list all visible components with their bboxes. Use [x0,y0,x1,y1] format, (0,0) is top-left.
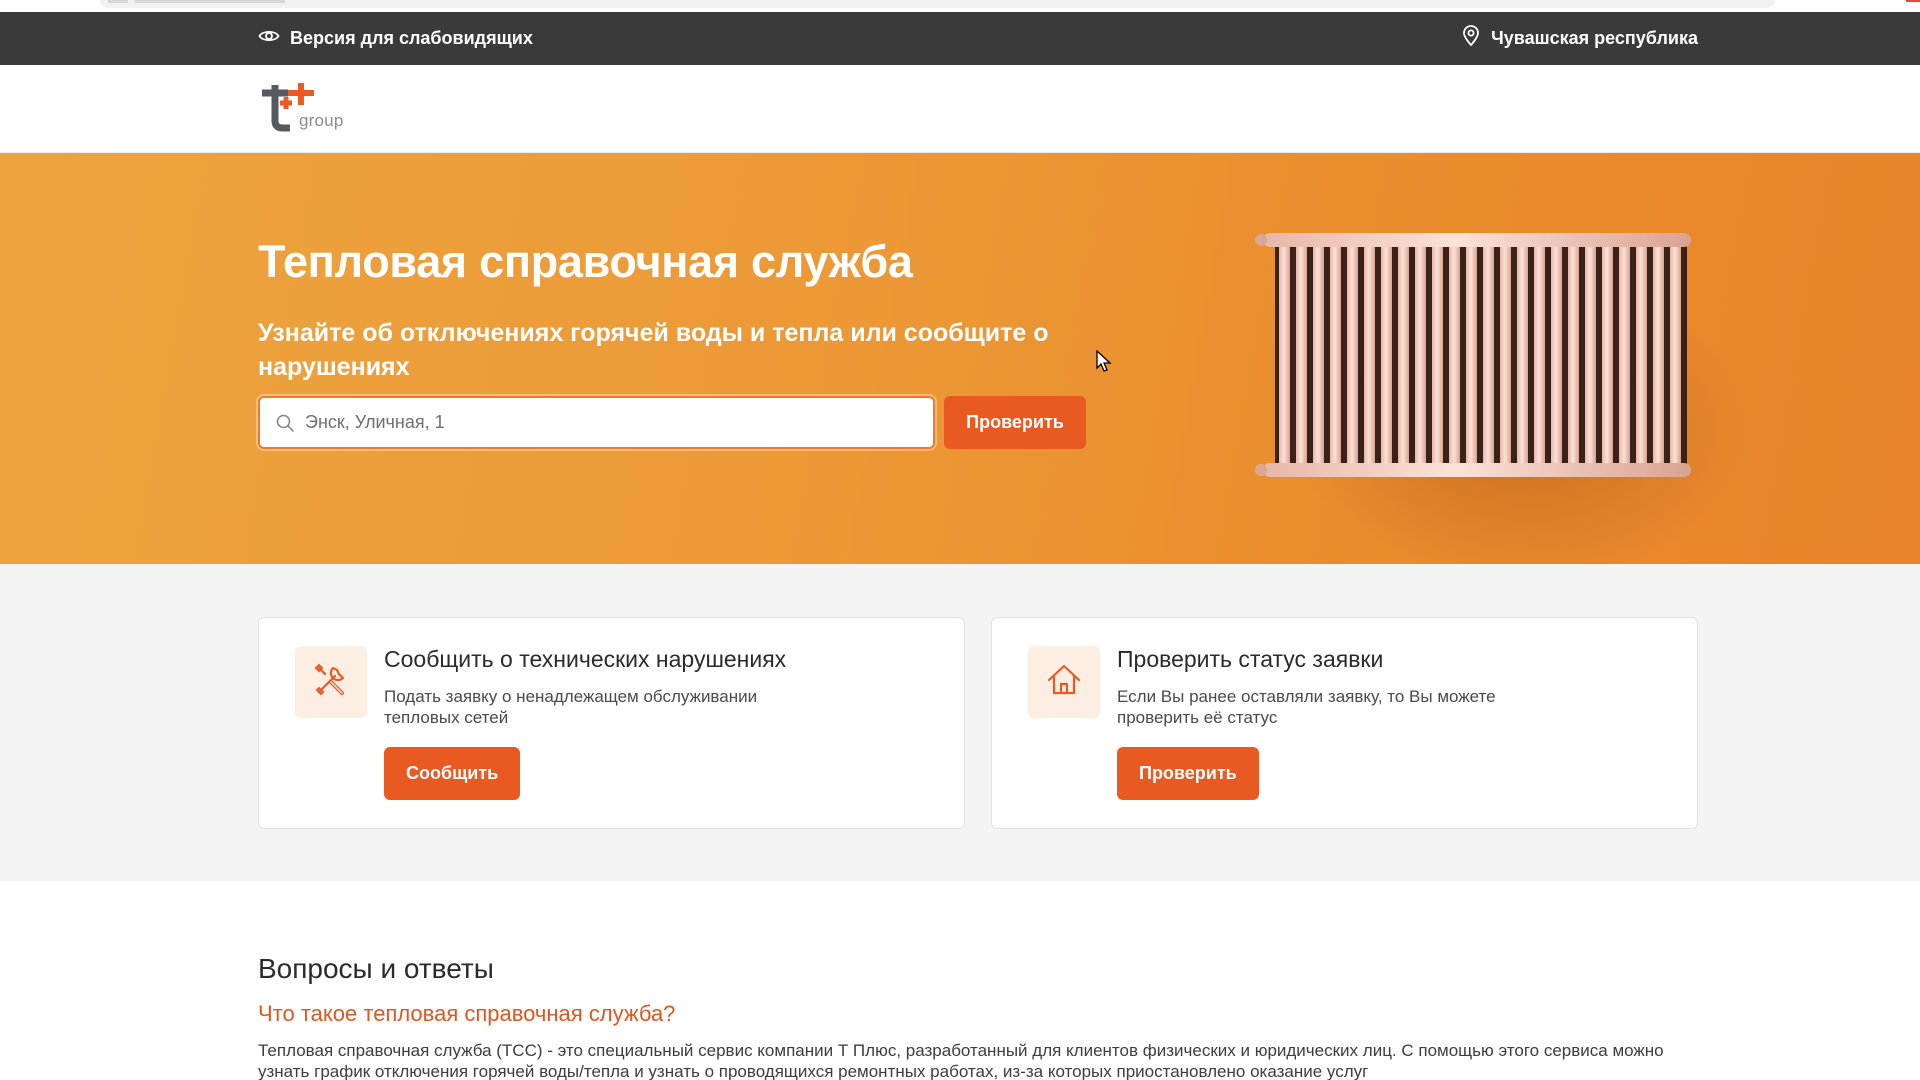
browser-tab-stub [108,0,128,3]
radiator-fin [1551,235,1562,475]
browser-strip [0,0,1920,12]
tools-icon-tile [295,646,367,718]
report-violation-text: Подать заявку о ненадлежащем обслуживани… [384,687,758,727]
radiator-fin [1432,235,1443,475]
radiator-fin [1279,235,1290,475]
radiator-fin [1415,235,1426,475]
site-header: group [0,65,1920,153]
cards-section: Сообщить о технических нарушениях Подать… [0,564,1920,881]
check-status-text: Если Вы ранее оставляли заявку, то Вы мо… [1117,687,1496,727]
top-bar: Версия для слабовидящих Чувашская респуб… [0,12,1920,65]
hero-subtitle: Узнайте об отключениях горячей воды и те… [258,319,1049,381]
radiator-fin [1568,235,1579,475]
radiator-fin [1483,235,1494,475]
radiator-fin [1313,235,1324,475]
radiator-fin [1347,235,1358,475]
radiator-illustration [1255,233,1691,477]
faq-heading: Вопросы и ответы [258,953,494,984]
radiator-fin [1636,235,1647,475]
radiator-fin [1381,235,1392,475]
radiator-fin [1670,235,1681,475]
logo-group-text: group [299,111,344,130]
report-button[interactable]: Сообщить [384,747,521,800]
check-status-card: Проверить статус заявки Если Вы ранее ос… [991,617,1698,829]
region-selector[interactable]: Чувашская республика [1461,12,1698,65]
report-violation-title: Сообщить о технических нарушениях [384,646,787,672]
accessibility-version-label: Версия для слабовидящих [290,28,533,48]
radiator-fin [1296,235,1307,475]
radiator-fin [1534,235,1545,475]
radiator-fin [1602,235,1613,475]
hero-section: Тепловая справочная служба Узнайте об от… [0,153,1920,564]
house-icon-tile [1028,646,1100,718]
radiator-fin [1585,235,1596,475]
radiator-fin [1449,235,1460,475]
radiator-fin [1500,235,1511,475]
house-icon [1044,660,1084,705]
radiator-fin [1330,235,1341,475]
tools-icon [311,660,351,705]
radiator-fin [1466,235,1477,475]
region-label: Чувашская республика [1491,28,1698,48]
check-status-button[interactable]: Проверить [1117,747,1259,800]
faq-answer: Тепловая справочная служба (ТСС) - это с… [258,1041,1664,1080]
radiator-fin [1517,235,1528,475]
page-title: Тепловая справочная служба [258,236,913,287]
radiator-fin [1398,235,1409,475]
address-search-input[interactable] [305,412,905,433]
search-icon [275,413,295,433]
browser-address-bar [100,0,1775,8]
radiator-fin [1653,235,1664,475]
faq-question[interactable]: Что такое тепловая справочная служба? [258,1001,675,1027]
radiator-fin [1619,235,1630,475]
accessibility-version-link[interactable]: Версия для слабовидящих [258,12,533,65]
browser-tab-stub [135,0,285,3]
faq-section: Вопросы и ответы Что такое тепловая спра… [0,881,1920,1080]
radiator-fin [1364,235,1375,475]
mouse-cursor [1096,350,1112,372]
location-pin-icon [1461,25,1481,52]
tplus-logo[interactable]: group [258,81,350,137]
check-address-button[interactable]: Проверить [944,396,1086,449]
address-search-box[interactable] [258,396,935,449]
check-status-title: Проверить статус заявки [1117,646,1384,672]
report-violation-card: Сообщить о технических нарушениях Подать… [258,617,965,829]
browser-close-strip [1906,0,1920,2]
eye-icon [258,25,280,52]
